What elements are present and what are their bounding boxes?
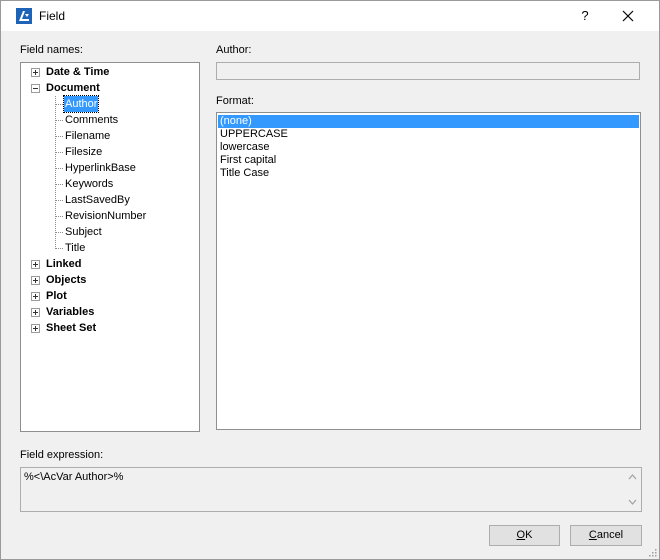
ok-accelerator: O [516, 529, 526, 541]
resize-grip-icon[interactable] [647, 547, 657, 557]
author-value-field [216, 62, 640, 80]
expand-icon[interactable] [31, 308, 40, 317]
tree-connector [55, 120, 63, 121]
format-option[interactable]: First capital [218, 154, 639, 167]
scroll-down-icon[interactable] [628, 499, 637, 505]
field-names-tree[interactable]: Date & Time Document Author Comments Fil… [20, 62, 200, 432]
tree-node-label: Sheet Set [46, 322, 97, 334]
ok-button[interactable]: OK [489, 525, 560, 546]
tree-connector [55, 152, 63, 153]
tree-node-label: Plot [46, 290, 67, 302]
vertical-scrollbar[interactable] [624, 468, 641, 511]
field-expression-label: Field expression: [20, 449, 104, 461]
expand-icon[interactable] [31, 292, 40, 301]
scroll-up-icon[interactable] [628, 474, 637, 480]
field-dialog: Field ? Field names: Date & Time Documen… [0, 0, 660, 560]
tree-connector [55, 168, 63, 169]
format-option[interactable]: lowercase [218, 141, 639, 154]
collapse-icon[interactable] [31, 84, 40, 93]
expand-icon[interactable] [31, 324, 40, 333]
format-list[interactable]: (none) UPPERCASE lowercase First capital… [216, 112, 641, 430]
tree-node-label: Objects [46, 274, 87, 286]
tree-node-label: Document [46, 82, 100, 94]
expand-icon[interactable] [31, 260, 40, 269]
close-button[interactable] [613, 4, 643, 28]
tree-node-label: Variables [46, 306, 95, 318]
help-button[interactable]: ? [571, 4, 599, 28]
format-option[interactable]: Title Case [218, 167, 639, 180]
field-names-label: Field names: [20, 44, 83, 56]
field-expression-box[interactable]: %<\AcVar Author>% [20, 467, 642, 512]
tree-leaf-label: Comments [65, 114, 119, 126]
format-option[interactable]: UPPERCASE [218, 128, 639, 141]
tree-node-label: Linked [46, 258, 82, 270]
tree-connector [55, 232, 63, 233]
tree-leaf-label: Title [65, 242, 86, 254]
app-logo-icon [16, 8, 32, 24]
tree-leaf-label: Filesize [65, 146, 103, 158]
expand-icon[interactable] [31, 276, 40, 285]
tree-leaf-label: Filename [65, 130, 111, 142]
ok-label-rest: K [525, 529, 533, 541]
cancel-button[interactable]: Cancel [570, 525, 642, 546]
cancel-label-rest: ancel [596, 529, 624, 541]
author-label: Author: [216, 44, 252, 56]
expand-icon[interactable] [31, 68, 40, 77]
tree-connector [55, 104, 63, 105]
tree-leaf-label: HyperlinkBase [65, 162, 136, 174]
field-expression-text: %<\AcVar Author>% [24, 471, 124, 483]
tree-leaf-label: Subject [65, 226, 102, 238]
tree-connector [55, 216, 63, 217]
cancel-accelerator: C [588, 529, 597, 541]
tree-connector [55, 96, 56, 247]
tree-connector [55, 200, 63, 201]
tree-leaf-label: LastSavedBy [65, 194, 130, 206]
window-title: Field [39, 9, 66, 23]
tree-leaf-label: RevisionNumber [65, 210, 147, 222]
tree-leaf-label: Keywords [65, 178, 114, 190]
tree-connector [55, 248, 63, 249]
format-option[interactable]: (none) [218, 115, 639, 128]
tree-node-label: Date & Time [46, 66, 110, 78]
tree-leaf-label: Author [62, 95, 100, 113]
tree-connector [55, 136, 63, 137]
title-bar: Field ? [1, 1, 659, 31]
close-icon [622, 10, 634, 22]
format-label: Format: [216, 95, 254, 107]
tree-connector [55, 184, 63, 185]
